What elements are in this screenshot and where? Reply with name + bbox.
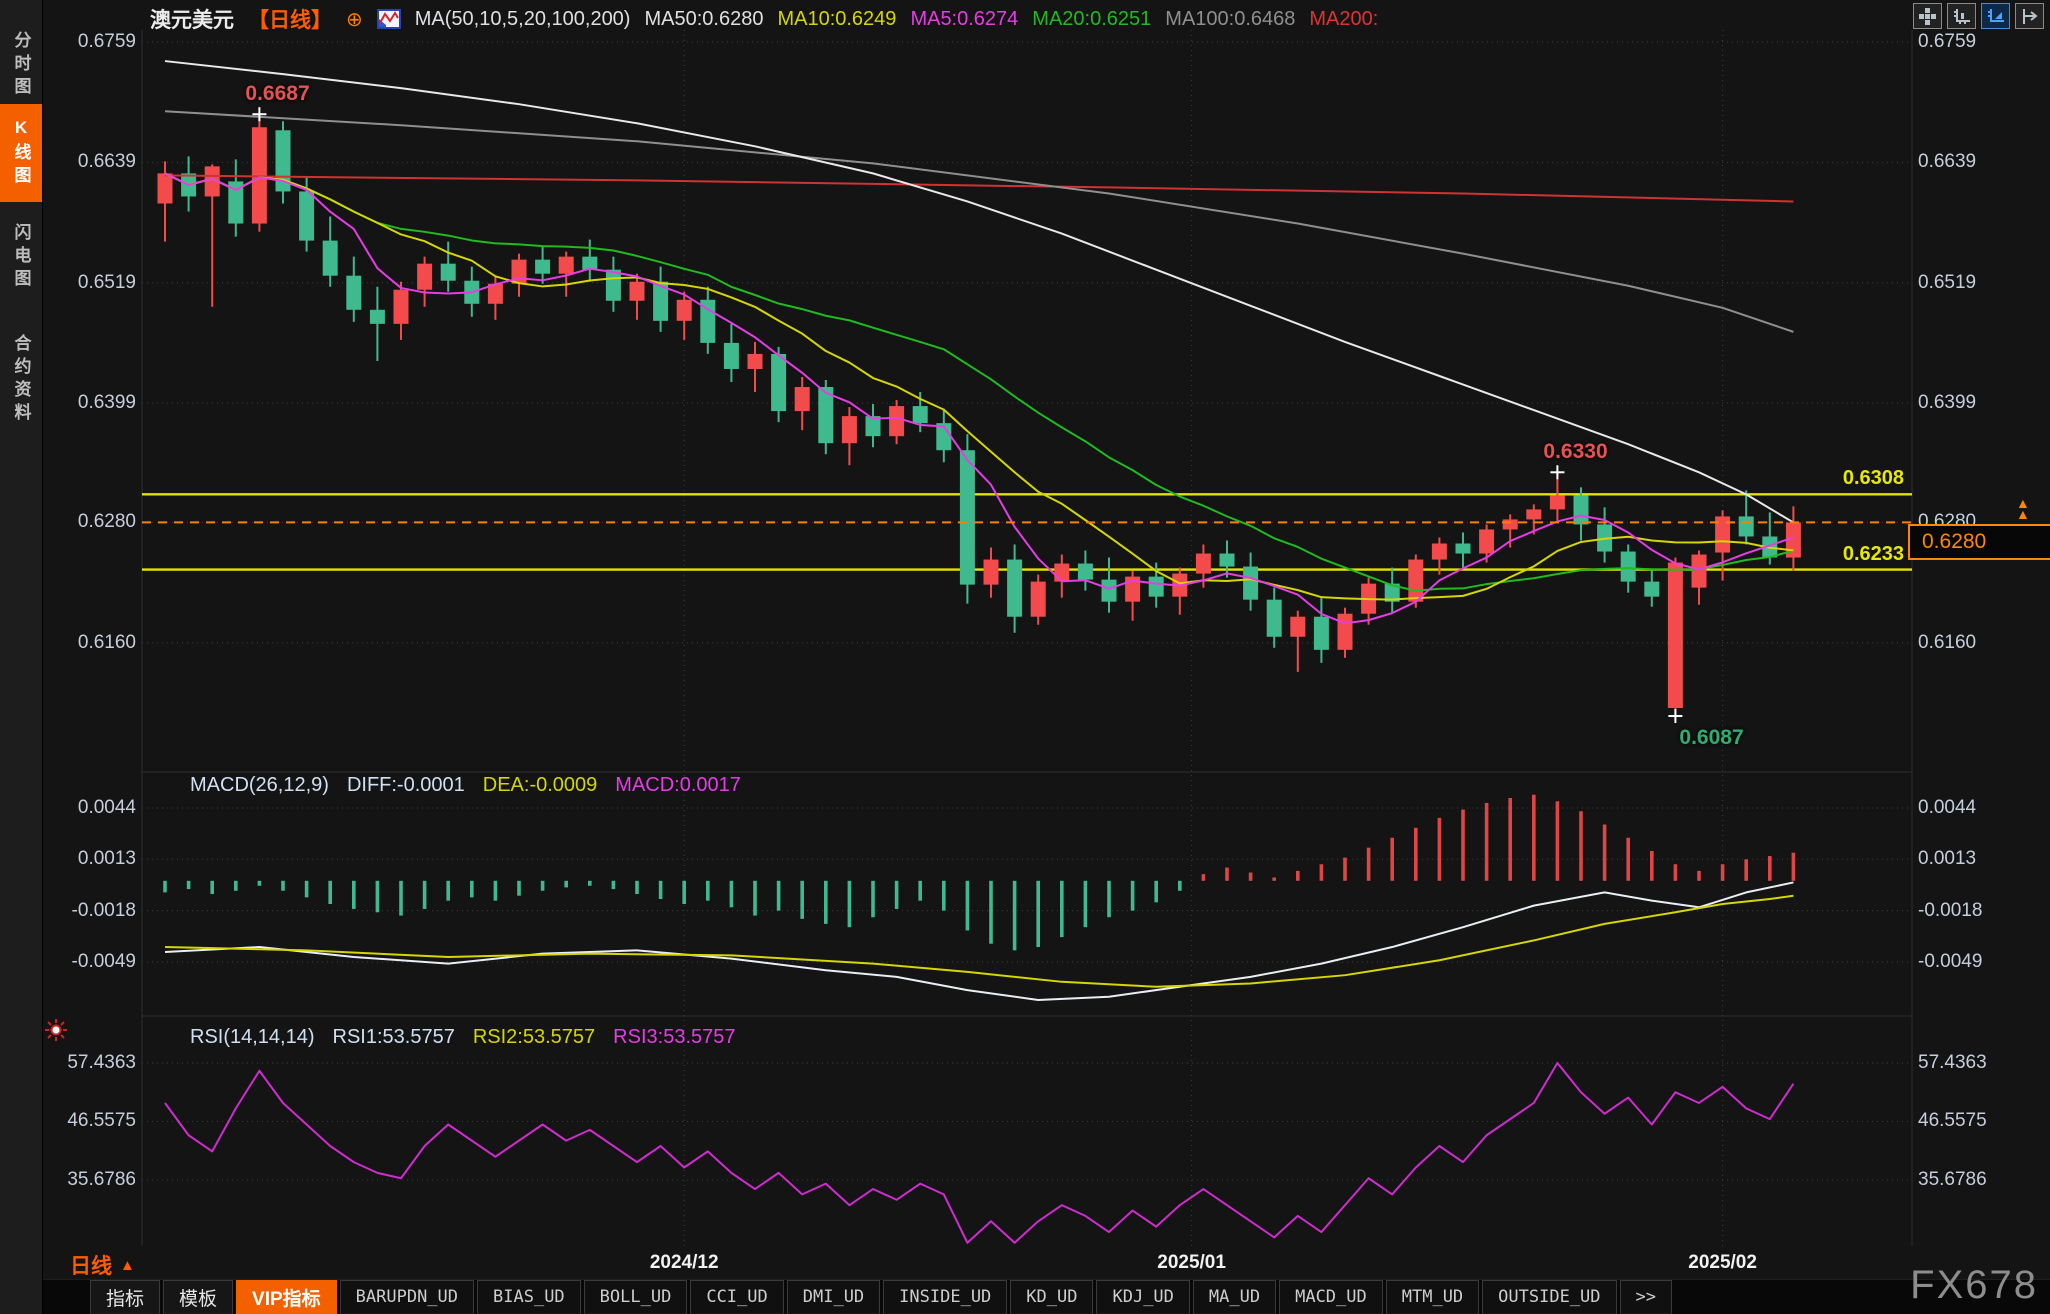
period-label[interactable]: 【日线】	[248, 4, 332, 34]
macd-dea-value: DEA:-0.0009	[483, 774, 598, 797]
ma50-value: MA50:0.6280	[644, 8, 763, 31]
sidebar-item-3[interactable]: 闪电图	[0, 206, 42, 308]
timeframe-arrow-icon: ▲	[120, 1257, 135, 1274]
tab-boll-ud[interactable]: BOLL_UD	[584, 1280, 688, 1314]
rsi-formula: RSI(14,14,14)	[190, 1026, 315, 1049]
chart-header: 澳元美元 【日线】 ⊕ MA(50,10,5,20,100,200) MA50:…	[150, 4, 1378, 34]
tab-vip指标[interactable]: VIP指标	[236, 1280, 337, 1314]
ma10-value: MA10:0.6249	[777, 8, 896, 31]
chart-canvas[interactable]	[0, 0, 2050, 1314]
tab-cci-ud[interactable]: CCI_UD	[690, 1280, 783, 1314]
rsi2-value: RSI2:53.5757	[473, 1026, 595, 1049]
tab-dmi-ud[interactable]: DMI_UD	[787, 1280, 880, 1314]
rsi-header: RSI(14,14,14) RSI1:53.5757 RSI2:53.5757 …	[190, 1026, 736, 1049]
current-price-box: 0.6280	[1908, 524, 2050, 560]
tab-inside-ud[interactable]: INSIDE_UD	[883, 1280, 1007, 1314]
timeframe-label: 日线	[70, 1250, 112, 1280]
sidebar: 分时图K线图闪电图合约资料	[0, 0, 43, 1314]
ma-formula: MA(50,10,5,20,100,200)	[415, 8, 631, 31]
tab-outside-ud[interactable]: OUTSIDE_UD	[1482, 1280, 1616, 1314]
layout-grid-icon[interactable]	[1913, 3, 1942, 29]
ma100-value: MA100:0.6468	[1165, 8, 1295, 31]
watermark: FX678	[1910, 1263, 2038, 1308]
macd-formula: MACD(26,12,9)	[190, 774, 329, 797]
ma5-value: MA5:0.6274	[910, 8, 1018, 31]
indicator-settings-icon[interactable]	[377, 9, 401, 29]
tab-barupdn-ud[interactable]: BARUPDN_UD	[340, 1280, 474, 1314]
ma20-value: MA20:0.6251	[1032, 8, 1151, 31]
tab-kd-ud[interactable]: KD_UD	[1010, 1280, 1093, 1314]
tab-kdj-ud[interactable]: KDJ_UD	[1096, 1280, 1189, 1314]
timeframe-badge[interactable]: 日线 ▲	[70, 1250, 135, 1280]
tab-mtm-ud[interactable]: MTM_UD	[1386, 1280, 1479, 1314]
ma200-value: MA200:	[1309, 8, 1378, 31]
sidebar-item-4[interactable]: 合约资料	[0, 312, 42, 448]
axis-style-active-icon[interactable]	[1981, 3, 2010, 29]
macd-value: MACD:0.0017	[615, 774, 741, 797]
macd-diff-value: DIFF:-0.0001	[347, 774, 465, 797]
symbol-name: 澳元美元	[150, 4, 234, 34]
tab-macd-ud[interactable]: MACD_UD	[1279, 1280, 1383, 1314]
tab--[interactable]: >>	[1620, 1280, 1672, 1314]
tab-bias-ud[interactable]: BIAS_UD	[477, 1280, 581, 1314]
sidebar-item-2[interactable]: K线图	[0, 104, 42, 202]
rsi1-value: RSI1:53.5757	[333, 1026, 455, 1049]
top-right-toolbar	[1913, 3, 2044, 29]
indicator-tab-bar: 指标模板VIP指标BARUPDN_UDBIAS_UDBOLL_UDCCI_UDD…	[43, 1279, 2050, 1314]
macd-header: MACD(26,12,9) DIFF:-0.0001 DEA:-0.0009 M…	[190, 774, 741, 797]
tab-ma-ud[interactable]: MA_UD	[1193, 1280, 1276, 1314]
tab-模板[interactable]: 模板	[163, 1280, 233, 1314]
axis-style-icon[interactable]	[1947, 3, 1976, 29]
indicator-marker-icon[interactable]	[44, 1018, 68, 1047]
sidebar-item-1[interactable]: 分时图	[0, 30, 42, 100]
rsi3-value: RSI3:53.5757	[613, 1026, 735, 1049]
pane-move-icon[interactable]	[2015, 3, 2044, 29]
price-marker-icon: ▲ ▲	[2016, 498, 2030, 520]
circle-plus-icon[interactable]: ⊕	[346, 7, 363, 32]
tab-指标[interactable]: 指标	[90, 1280, 160, 1314]
